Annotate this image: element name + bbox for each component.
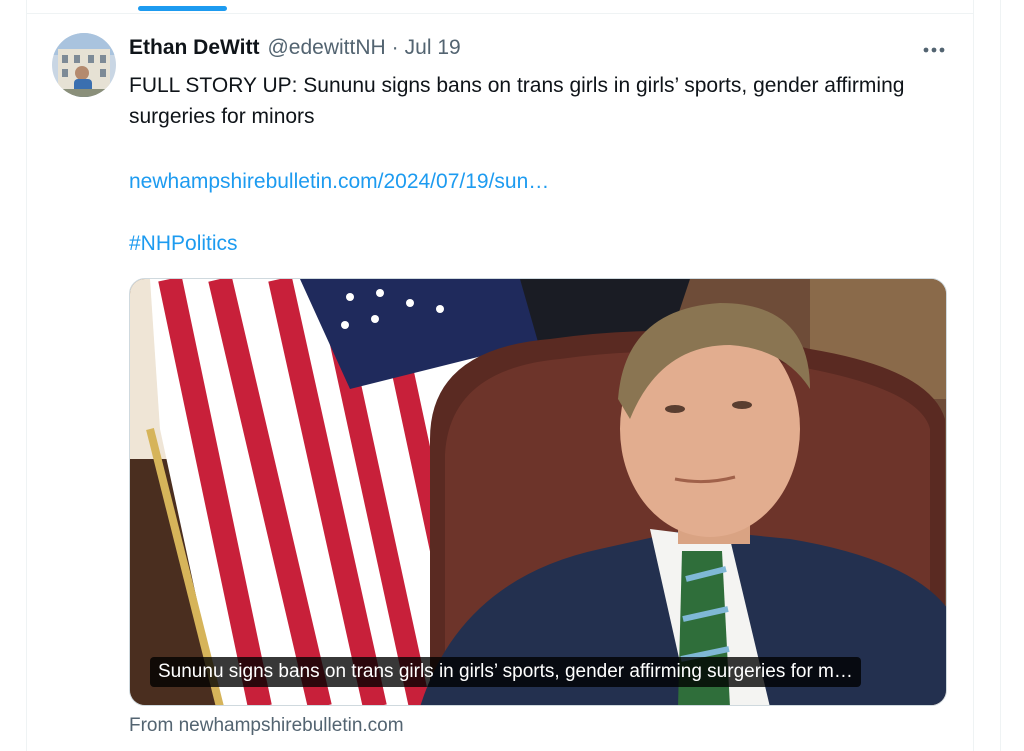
tweet-date[interactable]: Jul 19 — [405, 36, 461, 60]
more-options-button[interactable] — [912, 34, 956, 66]
page: Ethan DeWitt @edewittNH · Jul 19 FULL ST… — [0, 0, 1024, 751]
avatar-image — [52, 33, 116, 97]
link-card[interactable]: Sununu signs bans on trans girls in girl… — [129, 278, 947, 706]
header-separator: · — [391, 36, 399, 59]
active-tab-indicator — [138, 6, 227, 11]
sidebar-divider — [1000, 0, 1001, 751]
card-source[interactable]: From newhampshirebulletin.com — [129, 713, 404, 739]
card-caption: Sununu signs bans on trans girls in girl… — [150, 657, 861, 687]
tab-strip — [27, 0, 973, 14]
tweet-text: FULL STORY UP: Sununu signs bans on tran… — [129, 74, 905, 128]
card-image — [130, 279, 946, 705]
hashtag-link[interactable]: #NHPolitics — [129, 228, 238, 259]
more-horizontal-icon — [923, 47, 945, 53]
author-handle[interactable]: @edewittNH — [267, 36, 385, 60]
avatar[interactable] — [52, 33, 116, 97]
tweet-link[interactable]: newhampshirebulletin.com/2024/07/19/sun… — [129, 166, 549, 197]
tweet-header: Ethan DeWitt @edewittNH · Jul 19 — [129, 36, 461, 64]
author-name[interactable]: Ethan DeWitt — [129, 36, 259, 60]
